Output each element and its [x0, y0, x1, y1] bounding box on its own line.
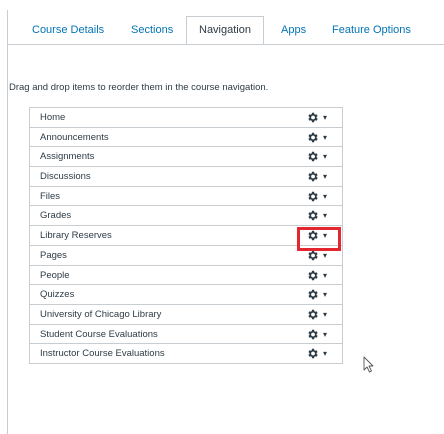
nav-item-settings-button[interactable]: ▾: [304, 307, 344, 322]
navigation-instructions: Drag and drop items to reorder them in t…: [9, 82, 269, 93]
nav-item-settings-button[interactable]: ▾: [304, 268, 344, 283]
nav-item-row[interactable]: Pages ▾: [30, 246, 342, 266]
nav-item-label: Pages: [40, 249, 67, 261]
caret-down-icon: ▾: [323, 250, 328, 260]
nav-item-label: University of Chicago Library: [40, 308, 162, 320]
tab-sections[interactable]: Sections: [131, 17, 173, 45]
nav-item-settings-button[interactable]: ▾: [304, 149, 344, 164]
tab-apps[interactable]: Apps: [281, 17, 306, 45]
caret-down-icon: ▾: [323, 290, 328, 300]
caret-down-icon: ▾: [323, 113, 328, 122]
caret-down-icon: ▾: [323, 270, 328, 280]
caret-down-icon: ▾: [323, 211, 328, 221]
nav-item-label: Quizzes: [40, 289, 75, 301]
caret-down-icon: ▾: [323, 329, 328, 339]
nav-item-settings-button[interactable]: ▾: [304, 228, 344, 243]
nav-item-row[interactable]: Library Reserves ▾: [30, 226, 342, 246]
nav-item-label: Announcements: [40, 131, 109, 143]
tab-course-details[interactable]: Course Details: [32, 17, 104, 45]
course-navigation-list: Home ▾ Announcements ▾ Assignments ▾ Discussio…: [29, 107, 343, 364]
nav-item-row[interactable]: Discussions ▾: [30, 167, 342, 187]
caret-down-icon: ▾: [323, 231, 328, 241]
caret-down-icon: ▾: [323, 191, 328, 201]
caret-down-icon: ▾: [323, 309, 328, 319]
nav-item-label: Assignments: [40, 151, 95, 163]
mouse-cursor-icon: [363, 356, 374, 373]
nav-item-row[interactable]: Files ▾: [30, 187, 342, 207]
caret-down-icon: ▾: [323, 349, 328, 359]
nav-item-settings-button[interactable]: ▾: [304, 169, 344, 184]
tab-navigation[interactable]: Navigation: [186, 16, 264, 45]
nav-item-settings-button[interactable]: ▾: [304, 208, 344, 223]
nav-item-settings-button[interactable]: ▾: [304, 287, 344, 302]
nav-item-label: Home: [40, 112, 66, 123]
nav-item-label: People: [40, 269, 70, 281]
nav-item-settings-button[interactable]: ▾: [304, 327, 344, 342]
nav-item-row[interactable]: Grades ▾: [30, 206, 344, 227]
nav-item-label: Grades: [40, 210, 72, 222]
nav-item-settings-button[interactable]: ▾: [304, 248, 344, 263]
nav-item-row[interactable]: Announcements ▾: [30, 128, 342, 148]
tab-feature-options[interactable]: Feature Options: [332, 17, 411, 45]
nav-item-label: Instructor Course Evaluations: [40, 348, 165, 360]
caret-down-icon: ▾: [323, 132, 328, 142]
nav-item-row[interactable]: Assignments ▾: [30, 147, 344, 168]
nav-item-row[interactable]: People ▾: [30, 266, 342, 286]
nav-item-label: Student Course Evaluations: [40, 328, 158, 340]
nav-item-row[interactable]: University of Chicago Library ▾: [30, 305, 342, 325]
nav-item-row[interactable]: Instructor Course Evaluations ▾: [30, 344, 342, 364]
nav-item-settings-button[interactable]: ▾: [304, 130, 344, 145]
nav-item-settings-button[interactable]: ▾: [304, 189, 344, 204]
nav-item-label: Files: [40, 190, 61, 202]
nav-item-label: Library Reserves: [40, 230, 112, 242]
tabs-divider: [8, 44, 444, 45]
nav-item-row[interactable]: Quizzes ▾: [30, 285, 342, 305]
caret-down-icon: ▾: [323, 172, 328, 182]
nav-item-label: Discussions: [40, 171, 91, 183]
nav-item-settings-button[interactable]: ▾: [304, 346, 344, 361]
caret-down-icon: ▾: [323, 152, 328, 162]
nav-item-row[interactable]: Student Course Evaluations ▾: [30, 325, 342, 345]
nav-item-row[interactable]: Home ▾: [30, 108, 342, 128]
nav-item-settings-button[interactable]: ▾: [304, 110, 344, 125]
settings-frame-border: [7, 10, 8, 434]
